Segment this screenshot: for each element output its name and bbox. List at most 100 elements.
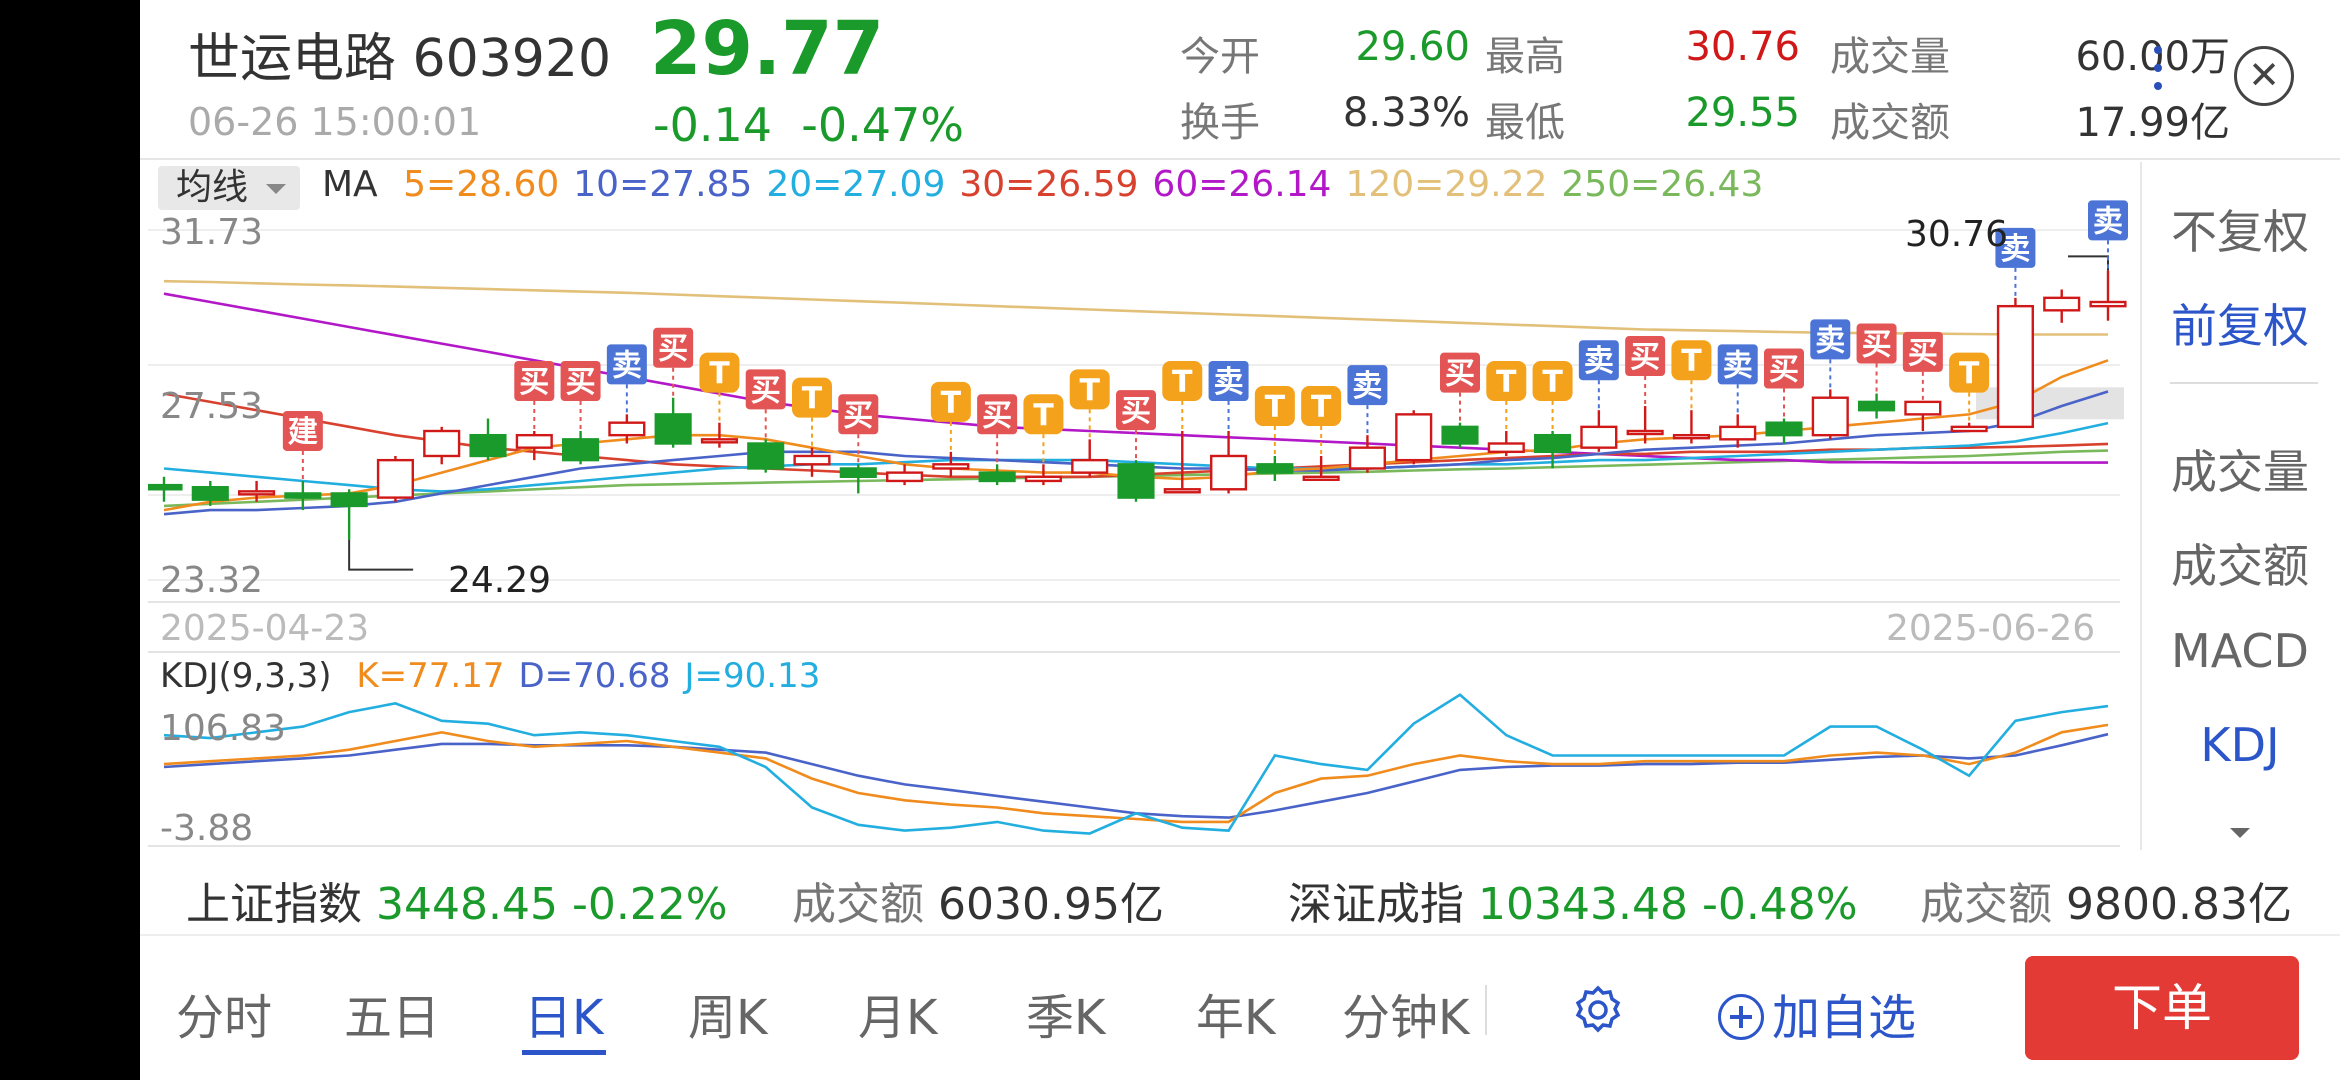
low-annotation: 24.29: [448, 560, 552, 601]
order-button[interactable]: 下单: [2025, 956, 2299, 1060]
signal-label: 买: [1630, 340, 1660, 375]
candle-body: [376, 458, 414, 499]
sz-index[interactable]: 深证成指 10343.48 -0.48%: [1288, 868, 1858, 932]
close-icon[interactable]: ✕: [2234, 46, 2294, 106]
candle-body: [1163, 488, 1201, 494]
signal-label: 买: [843, 398, 873, 433]
candle-body: [793, 454, 831, 466]
sz-index-pct: -0.48%: [1701, 879, 1858, 930]
stat-value: 29.60: [1355, 24, 1470, 70]
tab-intraday[interactable]: 分时: [176, 978, 272, 1048]
sh-turnover-label: 成交额: [792, 879, 924, 930]
divider: [2170, 382, 2318, 384]
stat-label: 成交额: [1830, 100, 1950, 146]
volume-indicator[interactable]: 成交量: [2140, 436, 2340, 502]
tab-monthly-k[interactable]: 月K: [858, 978, 937, 1048]
stock-detail-screen: 世运电路 603920 29.77 06-26 15:00:01 -0.14 -…: [140, 0, 2340, 1080]
kdj-legend-item: J=90.13: [684, 656, 821, 696]
more-options-icon[interactable]: [2150, 40, 2166, 120]
candle-body: [1858, 400, 1896, 412]
price-change: -0.14 -0.47%: [653, 98, 964, 152]
kdj-axis-bottom: -3.88: [160, 808, 254, 849]
candle-body: [1441, 425, 1479, 445]
signal-label: T: [1172, 365, 1193, 400]
signal-label: 买: [1908, 336, 1938, 371]
kdj-axis-top: 106.83: [160, 708, 286, 749]
candlestick-chart[interactable]: 建买买卖买T 买 T 买 T 买 TT买T 卖T T卖买 T T卖买 T 卖买卖买买T卖卖: [148, 162, 2138, 850]
macd-indicator[interactable]: MACD: [2140, 624, 2340, 678]
candle-body: [1765, 421, 1803, 437]
signal-label: T: [1496, 365, 1517, 400]
kdj-legend-item: D=70.68: [518, 656, 671, 696]
add-favorite-button[interactable]: 加自选: [1718, 978, 1916, 1048]
signal-label: 买: [1769, 353, 1799, 388]
candle-body: [1811, 396, 1849, 437]
candle-body: [608, 421, 646, 437]
signal-label: 卖: [612, 348, 642, 383]
divider: [140, 934, 2340, 936]
stat-label: 最高: [1485, 34, 1565, 80]
add-favorite-label: 加自选: [1772, 990, 1917, 1046]
turnover-indicator[interactable]: 成交额: [2140, 530, 2340, 596]
signal-label: 买: [751, 373, 781, 408]
active-tab-indicator: [522, 1050, 606, 1055]
no-adjust-option[interactable]: 不复权: [2140, 196, 2340, 262]
kdj-indicator[interactable]: KDJ: [2140, 718, 2340, 772]
candle-body: [330, 492, 368, 508]
signal-label: T: [802, 382, 823, 417]
price-axis-top: 31.73: [160, 212, 264, 253]
candle-body: [2089, 300, 2127, 308]
signal-label: T: [709, 357, 730, 392]
candle-body: [1950, 425, 1988, 433]
signal-label: 买: [519, 365, 549, 400]
high-marker-line: [2068, 255, 2109, 271]
candle-body: [423, 429, 461, 458]
candle-body: [238, 490, 276, 496]
candle-body: [747, 442, 785, 470]
divider: [1485, 985, 1487, 1035]
candle-body: [1302, 475, 1340, 481]
kdj-line: [163, 732, 2109, 819]
tab-quarterly-k[interactable]: 季K: [1026, 978, 1105, 1048]
stat-label: 最低: [1485, 100, 1565, 146]
kdj-title: KDJ(9,3,3): [160, 656, 332, 696]
signal-label: T: [1959, 357, 1980, 392]
candle-body: [1534, 433, 1572, 454]
tab-yearly-k[interactable]: 年K: [1196, 978, 1275, 1048]
change-value: -0.14: [653, 98, 773, 152]
candle-body: [1487, 442, 1525, 454]
sz-index-value: 10343.48: [1478, 879, 1688, 930]
signal-label: 卖: [2093, 204, 2123, 239]
signal-label: 买: [1121, 394, 1151, 429]
sh-index-pct: -0.22%: [571, 879, 728, 930]
stat-label: 成交量: [1830, 34, 1950, 80]
tab-minute-k[interactable]: 分钟K: [1342, 978, 1469, 1048]
price-axis-bottom: 23.32: [160, 560, 264, 601]
candle-body: [562, 438, 600, 462]
kdj-line: [163, 693, 2109, 835]
tab-five-day[interactable]: 五日: [344, 978, 440, 1048]
tab-daily-k[interactable]: 日K: [524, 978, 603, 1048]
sh-turnover: 成交额 6030.95亿: [792, 868, 1164, 932]
signal-label: 卖: [1352, 369, 1382, 404]
candle-body: [1904, 400, 1942, 416]
chevron-down-icon[interactable]: [2230, 828, 2250, 838]
candle-body: [978, 471, 1016, 483]
candle-body: [1117, 463, 1155, 499]
signal-label: T: [1079, 373, 1100, 408]
candle-body: [1395, 413, 1433, 462]
candle-body: [1210, 454, 1248, 491]
gear-icon[interactable]: [1570, 982, 1626, 1038]
stat-label: 今开: [1180, 34, 1260, 80]
candle-body: [284, 492, 322, 499]
stat-label: 换手: [1180, 100, 1260, 146]
stat-value: 8.33%: [1342, 90, 1470, 136]
tab-weekly-k[interactable]: 周K: [688, 978, 767, 1048]
candle-body: [700, 438, 738, 444]
candle-body: [1719, 425, 1757, 441]
end-date: 2025-06-26: [1886, 608, 2096, 649]
candle-body: [1580, 425, 1618, 449]
forward-adjust-option[interactable]: 前复权: [2140, 290, 2340, 356]
candle-body: [1071, 458, 1109, 474]
sh-index[interactable]: 上证指数 3448.45 -0.22%: [186, 868, 728, 932]
